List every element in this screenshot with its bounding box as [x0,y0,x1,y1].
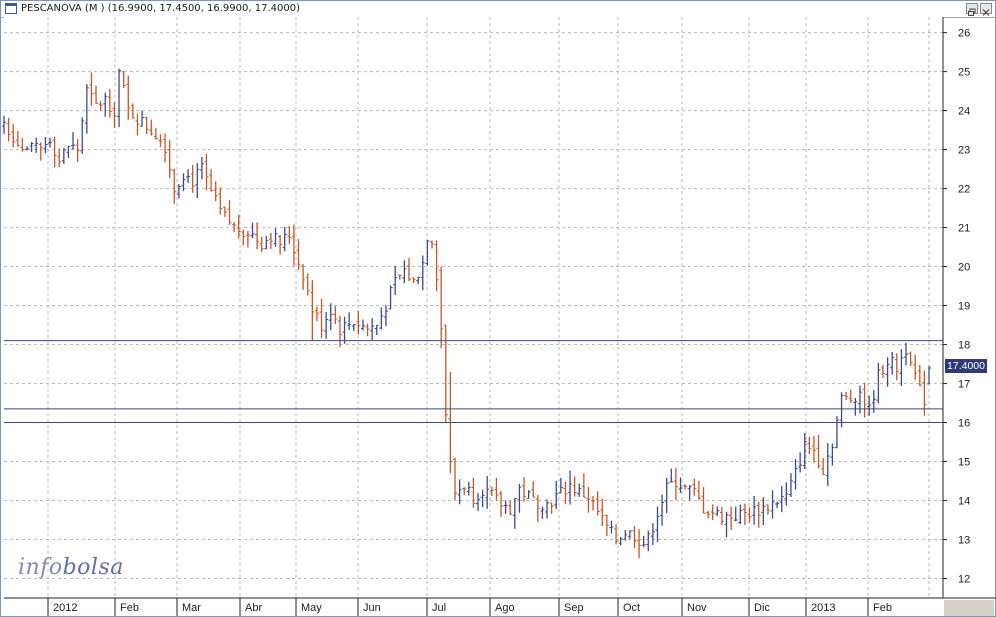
x-tick-label: Feb [120,602,139,614]
price-chart: 12 13 14 15 16 17 18 19 20 21 22 23 24 25 26 2012 Feb Mar… [2,17,996,616]
x-tick-label: 2013 [811,602,835,614]
infobolsa-logo: infobolsa [18,555,124,580]
x-tick-label: Oct [623,602,640,614]
x-tick-label: Dic [754,602,770,614]
y-tick-label: 25 [958,67,970,79]
x-tick-label: 2012 [53,602,77,614]
x-tick-label: Mar [182,602,201,614]
y-tick-label: 14 [958,496,970,508]
y-tick-label: 23 [958,145,970,157]
x-tick-label: Sep [564,602,584,614]
x-tick-label: Jul [432,602,446,614]
x-tick-label: Feb [873,602,892,614]
x-tick-label: Nov [687,602,707,614]
y-tick-label: 16 [958,418,970,430]
x-tick-label: Jun [363,602,381,614]
y-tick-label: 17 [958,379,970,391]
resize-grip[interactable] [944,600,994,616]
y-tick-label: 19 [958,301,970,313]
y-tick-label: 21 [958,223,970,235]
y-tick-label: 15 [958,457,970,469]
y-tick-label: 26 [958,28,970,40]
y-tick-label: 18 [958,340,970,352]
last-price-label: 17.4000 [945,359,987,373]
x-tick-label: Ago [495,602,515,614]
y-tick-label: 22 [958,184,970,196]
plot-area [4,17,943,598]
y-tick-label: 24 [958,106,970,118]
y-tick-label: 13 [958,535,970,547]
y-tick-label: 12 [958,574,970,586]
x-tick-label: May [301,602,322,614]
y-tick-label: 20 [958,262,970,274]
x-tick-label: Abr [245,602,262,614]
